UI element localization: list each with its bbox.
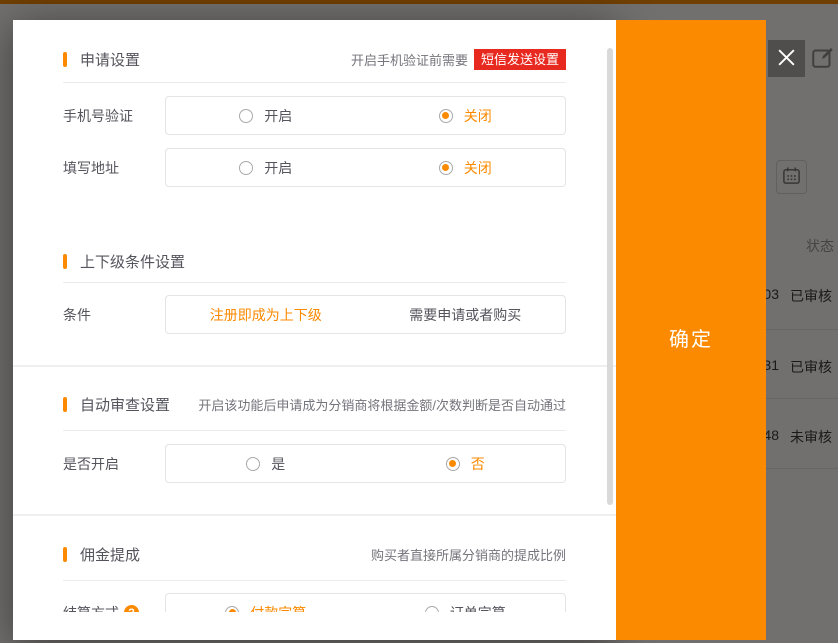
section-title: 申请设置 xyxy=(80,49,140,70)
radio-icon xyxy=(239,161,253,175)
radio-option-settle-on-order[interactable]: 订单完算 xyxy=(366,594,566,612)
form-row-settlement-method: 结算方式 ? 付款完算 订单完算 xyxy=(63,593,566,612)
radio-icon xyxy=(439,161,453,175)
option-need-apply-or-buy[interactable]: 需要申请或者购买 xyxy=(366,296,566,333)
section-note: 开启该功能后申请成为分销商将根据金额/次数判断是否自动通过 xyxy=(198,395,566,414)
row-label: 条件 xyxy=(63,295,165,334)
radio-icon xyxy=(225,606,239,613)
confirm-side-panel: 确定 xyxy=(616,20,766,640)
section-underline xyxy=(63,82,566,83)
radio-option-on[interactable]: 开启 xyxy=(166,97,366,134)
option-group: 注册即成为上下级 需要申请或者购买 xyxy=(165,295,566,334)
section-title: 佣金提成 xyxy=(80,544,140,565)
section-header-auto-review: 自动审查设置 开启该功能后申请成为分销商将根据金额/次数判断是否自动通过 xyxy=(63,393,566,415)
radio-icon xyxy=(425,606,439,613)
modal-close-button[interactable] xyxy=(768,40,805,77)
radio-option-on[interactable]: 开启 xyxy=(166,149,366,186)
section-marker xyxy=(63,254,67,269)
section-header-commission: 佣金提成 购买者直接所属分销商的提成比例 xyxy=(63,543,566,565)
radio-group: 付款完算 订单完算 xyxy=(165,593,566,612)
section-underline xyxy=(63,580,566,581)
help-icon[interactable]: ? xyxy=(124,605,139,612)
section-divider xyxy=(13,514,616,516)
form-row-auto-review-enable: 是否开启 是 否 xyxy=(63,444,566,483)
close-icon xyxy=(776,47,797,71)
radio-option-off[interactable]: 关闭 xyxy=(366,97,566,134)
form-row-phone-verify: 手机号验证 开启 关闭 xyxy=(63,96,566,135)
section-note: 开启手机验证前需要 xyxy=(351,50,468,69)
modal-scrollbar-thumb[interactable] xyxy=(607,48,613,505)
radio-group: 开启 关闭 xyxy=(165,96,566,135)
radio-icon xyxy=(439,109,453,123)
radio-group: 开启 关闭 xyxy=(165,148,566,187)
option-register-becomes-relation[interactable]: 注册即成为上下级 xyxy=(166,296,366,333)
section-underline xyxy=(63,282,566,283)
confirm-button[interactable]: 确定 xyxy=(669,323,713,352)
radio-option-no[interactable]: 否 xyxy=(366,445,566,482)
section-note: 购买者直接所属分销商的提成比例 xyxy=(371,545,566,564)
radio-option-settle-on-payment[interactable]: 付款完算 xyxy=(166,594,366,612)
section-header-apply-settings: 申请设置 开启手机验证前需要 短信发送设置 xyxy=(63,48,566,70)
section-underline xyxy=(63,430,566,431)
section-marker xyxy=(63,547,67,562)
radio-icon xyxy=(239,109,253,123)
section-divider xyxy=(13,365,616,367)
row-label: 填写地址 xyxy=(63,148,165,187)
section-title: 自动审查设置 xyxy=(80,394,170,415)
sms-settings-badge[interactable]: 短信发送设置 xyxy=(474,49,566,70)
section-title: 上下级条件设置 xyxy=(80,251,185,272)
section-marker xyxy=(63,52,67,67)
form-row-condition: 条件 注册即成为上下级 需要申请或者购买 xyxy=(63,295,566,334)
radio-icon xyxy=(246,457,260,471)
section-marker xyxy=(63,397,67,412)
form-row-fill-address: 填写地址 开启 关闭 xyxy=(63,148,566,187)
row-label: 手机号验证 xyxy=(63,96,165,135)
distribution-settings-modal: 申请设置 开启手机验证前需要 短信发送设置 手机号验证 开启 关闭 填写地址 xyxy=(13,20,616,640)
radio-icon xyxy=(446,457,460,471)
modal-scroll-area[interactable]: 申请设置 开启手机验证前需要 短信发送设置 手机号验证 开启 关闭 填写地址 xyxy=(13,20,616,612)
row-label: 是否开启 xyxy=(63,444,165,483)
radio-option-off[interactable]: 关闭 xyxy=(366,149,566,186)
row-label: 结算方式 ? xyxy=(63,593,165,612)
section-header-relation-condition: 上下级条件设置 xyxy=(63,250,566,272)
radio-group: 是 否 xyxy=(165,444,566,483)
radio-option-yes[interactable]: 是 xyxy=(166,445,366,482)
